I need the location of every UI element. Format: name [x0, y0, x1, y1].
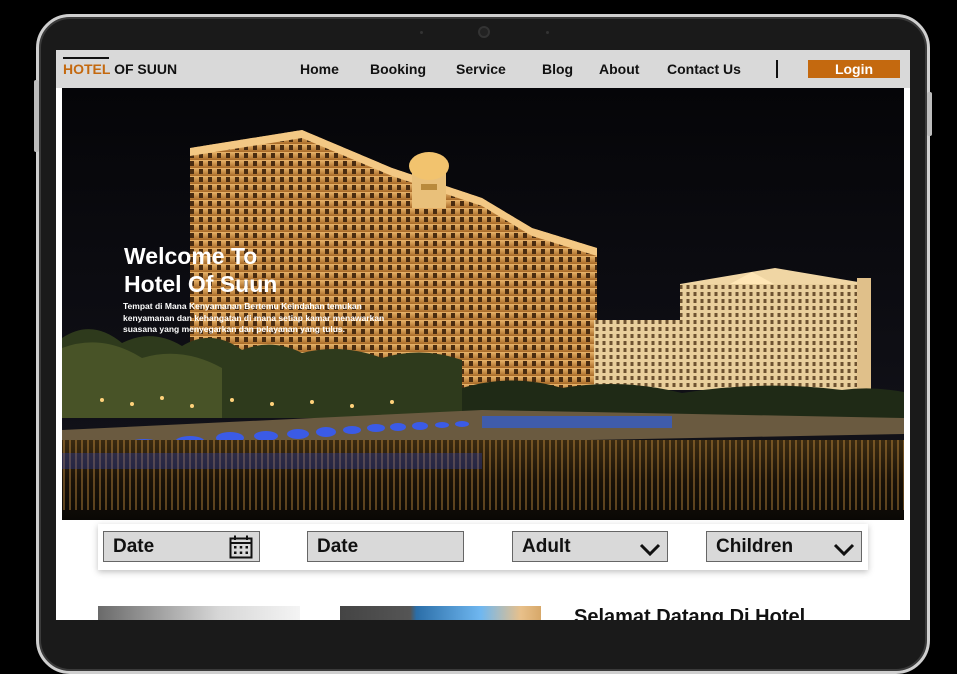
nav-about[interactable]: About [599, 61, 639, 77]
brand-rest: OF SUUN [110, 61, 178, 77]
tablet-side-button [927, 92, 932, 136]
tablet-side-button [34, 80, 39, 152]
nav-divider [776, 60, 778, 78]
camera-icon [478, 26, 490, 38]
sensor-dot [420, 31, 423, 34]
hero-title-line2: Hotel Of Suun [124, 271, 278, 297]
hero-banner: Welcome To Hotel Of Suun Tempat di Mana … [62, 88, 904, 520]
login-button[interactable]: Login [808, 60, 900, 78]
adult-select[interactable]: Adult [512, 531, 668, 562]
calendar-icon[interactable] [229, 535, 253, 568]
chevron-down-icon [833, 538, 855, 567]
checkout-date-label: Date [317, 536, 359, 557]
brand-logo[interactable]: HOTEL OF SUUN [63, 61, 177, 77]
navbar: HOTEL OF SUUN Home Booking Service Blog … [56, 50, 910, 88]
children-select-label: Children [716, 536, 794, 557]
room-card-image[interactable] [98, 606, 300, 620]
booking-bar: Date Date Adult Children [98, 524, 868, 570]
children-select[interactable]: Children [706, 531, 862, 562]
checkin-date-field[interactable]: Date [103, 531, 260, 562]
adult-select-label: Adult [522, 536, 571, 557]
nav-service[interactable]: Service [456, 61, 506, 77]
chevron-down-icon [639, 538, 661, 567]
sensor-dot [546, 31, 549, 34]
screen: HOTEL OF SUUN Home Booking Service Blog … [56, 50, 910, 620]
hero-title: Welcome To Hotel Of Suun [124, 242, 374, 298]
nav-booking[interactable]: Booking [370, 61, 426, 77]
checkin-date-label: Date [113, 536, 155, 557]
nav-home[interactable]: Home [300, 61, 339, 77]
brand-accent: HOTEL [63, 61, 111, 77]
nav-blog[interactable]: Blog [542, 61, 573, 77]
room-card-image[interactable] [340, 606, 541, 620]
nav-contact-us[interactable]: Contact Us [667, 61, 741, 77]
hero-description: Tempat di Mana Kenyamanan Bertemu Keinda… [123, 301, 385, 334]
hero-title-line1: Welcome To [124, 243, 258, 269]
welcome-heading: Selamat Datang Di Hotel [574, 606, 806, 620]
checkout-date-field[interactable]: Date [307, 531, 464, 562]
